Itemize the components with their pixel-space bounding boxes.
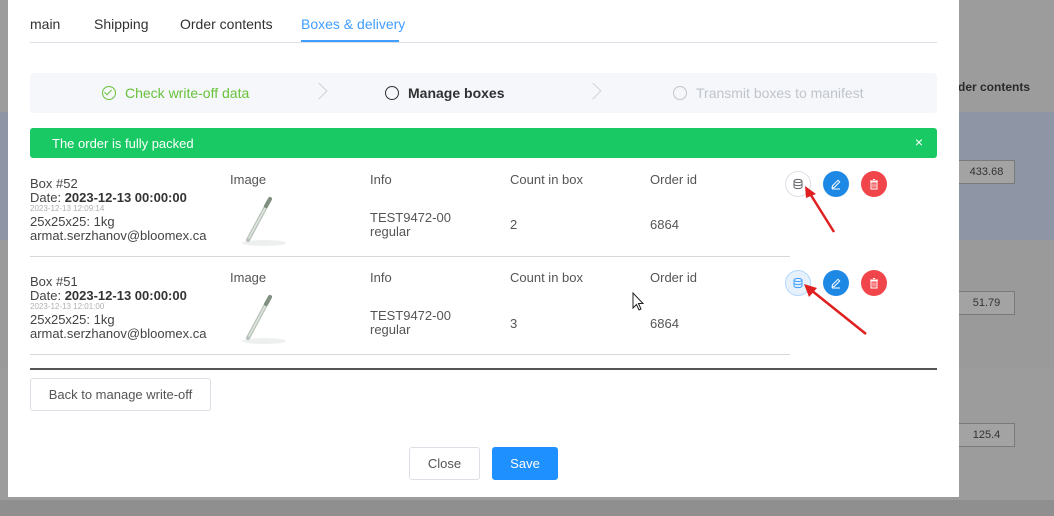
order-id-value: 6864 (650, 316, 679, 331)
column-header-info: Info (370, 172, 392, 187)
count-value: 2 (510, 217, 518, 232)
chevron-right-icon (310, 82, 328, 100)
database-icon (793, 277, 803, 289)
edit-button[interactable] (823, 171, 849, 197)
box-row: Box #51 Date: 2023-12-13 00:00:00 2023-1… (30, 257, 790, 355)
tab-order-contents[interactable]: Order contents (180, 16, 273, 32)
box-date: Date: 2023-12-13 00:00:00 (30, 190, 187, 205)
database-button[interactable] (785, 270, 811, 296)
chevron-right-icon (584, 82, 602, 100)
mouse-cursor-icon (632, 292, 645, 311)
order-id-value: 6864 (650, 217, 679, 232)
step-label: Transmit boxes to manifest (696, 85, 864, 101)
box-email: armat.serzhanov@bloomex.ca (30, 228, 207, 243)
delete-button[interactable] (861, 171, 887, 197)
pencil-icon (831, 179, 841, 190)
close-icon[interactable]: × (915, 135, 923, 149)
circle-icon (673, 86, 687, 100)
step-label: Manage boxes (408, 85, 505, 101)
info-type: regular (370, 224, 411, 239)
step-check-write-off: Check write-off data (102, 73, 249, 113)
background-column-header: der contents (958, 80, 1031, 94)
box-timestamp: 2023-12-13 12:09:14 (30, 204, 105, 213)
alert-message: The order is fully packed (52, 136, 194, 151)
product-thumbnail (242, 197, 286, 246)
step-manage-boxes: Manage boxes (385, 73, 504, 113)
steps-bar: Check write-off data Manage boxes Transm… (30, 73, 937, 113)
database-button[interactable] (785, 171, 811, 197)
info-sku: TEST9472-00 (370, 308, 451, 323)
back-to-write-off-button[interactable]: Back to manage write-off (30, 378, 211, 411)
column-header-info: Info (370, 270, 392, 285)
column-header-image: Image (230, 172, 267, 187)
box-email: armat.serzhanov@bloomex.ca (30, 326, 207, 341)
edit-button[interactable] (823, 270, 849, 296)
background-row (0, 500, 1054, 516)
tab-boxes-delivery[interactable]: Boxes & delivery (301, 16, 405, 32)
info-type: regular (370, 322, 411, 337)
box-title: Box #51 (30, 274, 78, 289)
close-button[interactable]: Close (409, 447, 480, 480)
box-dimensions: 25x25x25: 1kg (30, 312, 115, 327)
column-header-image: Image (230, 270, 267, 285)
save-button[interactable]: Save (492, 447, 558, 480)
column-header-count: Count in box (510, 172, 583, 187)
count-value: 3 (510, 316, 518, 331)
step-transmit-boxes: Transmit boxes to manifest (673, 73, 864, 113)
trash-icon (870, 179, 878, 190)
tab-main[interactable]: main (30, 16, 60, 32)
circle-icon (385, 86, 399, 100)
database-icon (793, 178, 803, 190)
info-sku: TEST9472-00 (370, 210, 451, 225)
column-header-order-id: Order id (650, 172, 697, 187)
delete-button[interactable] (861, 270, 887, 296)
column-header-count: Count in box (510, 270, 583, 285)
check-circle-icon (102, 86, 116, 100)
box-date: Date: 2023-12-13 00:00:00 (30, 288, 187, 303)
box-timestamp: 2023-12-13 12:01:00 (30, 302, 105, 311)
background-price-cell: 125.4 (958, 423, 1015, 447)
step-label: Check write-off data (125, 85, 250, 101)
boxes-delivery-modal: main Shipping Order contents Boxes & del… (8, 0, 959, 497)
background-price-cell: 433.68 (958, 160, 1015, 184)
background-price-cell: 51.79 (958, 291, 1015, 315)
pencil-icon (831, 278, 841, 289)
tab-bar: main Shipping Order contents Boxes & del… (30, 0, 937, 43)
product-thumbnail (242, 295, 286, 344)
active-tab-indicator (301, 40, 399, 42)
column-header-order-id: Order id (650, 270, 697, 285)
trash-icon (870, 278, 878, 289)
box-title: Box #52 (30, 176, 78, 191)
box-row: Box #52 Date: 2023-12-13 00:00:00 2023-1… (30, 159, 790, 257)
success-alert: The order is fully packed × (30, 128, 937, 158)
tab-shipping[interactable]: Shipping (94, 16, 149, 32)
box-dimensions: 25x25x25: 1kg (30, 214, 115, 229)
section-divider (30, 368, 937, 370)
